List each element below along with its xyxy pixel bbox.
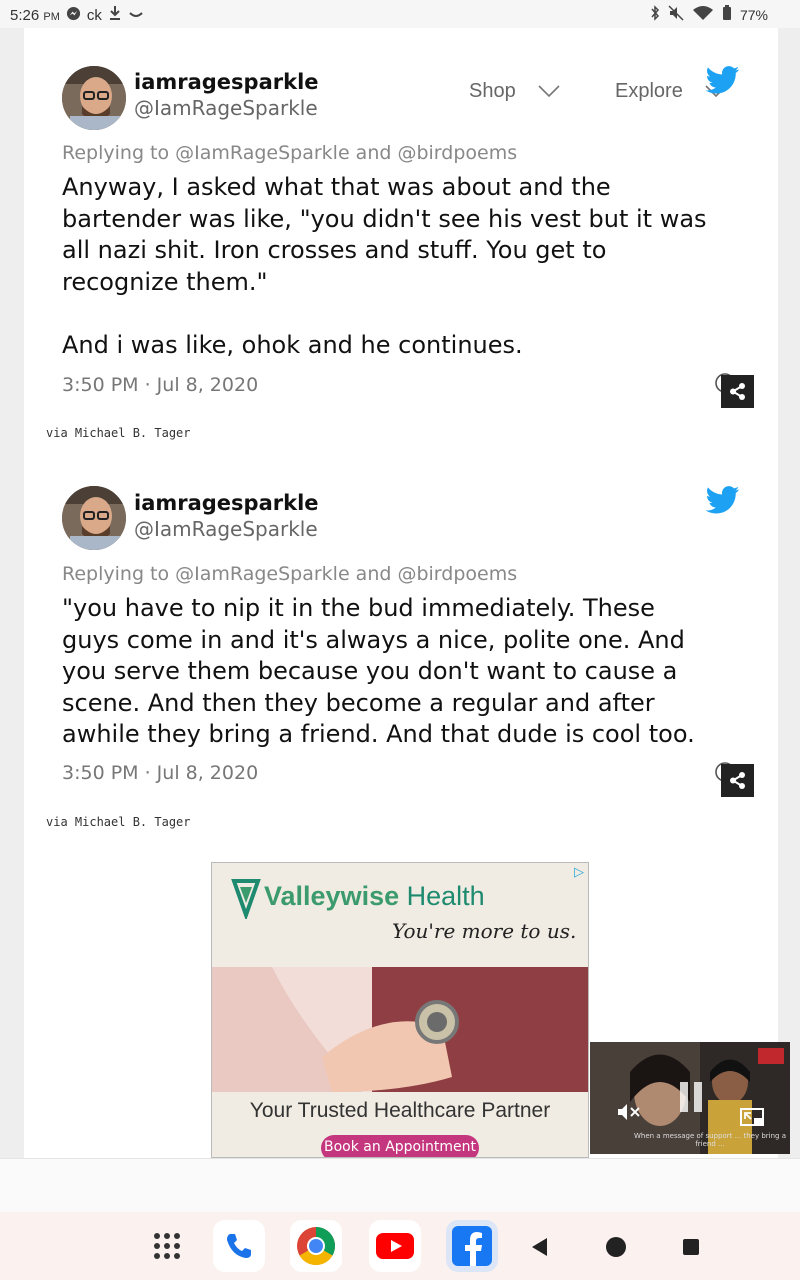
tweet-line: Anyway, I asked what that was about and … <box>62 173 611 201</box>
tweet-line: all nazi shit. Iron crosses and stuff. Y… <box>62 236 607 264</box>
bottom-sticky-bar <box>0 1158 800 1213</box>
tweet-timestamp[interactable]: 3:50 PM · Jul 8, 2020 <box>62 762 258 784</box>
tweet-line: And i was like, ohok and he continues. <box>62 330 523 359</box>
tweet-username[interactable]: iamragesparkle <box>134 491 319 515</box>
tweet-line: bartender was like, "you didn't see his … <box>62 204 707 233</box>
avatar[interactable] <box>62 66 126 130</box>
notification-text: ck <box>86 6 102 24</box>
tweet-handle[interactable]: @IamRageSparkle <box>134 517 318 541</box>
ad-headline: Your Trusted Healthcare Partner <box>249 1099 551 1122</box>
tweet-line: recognize them." <box>62 267 268 296</box>
battery-percent: 77% <box>739 6 768 23</box>
tweet-line: awhile they bring a friend. And that dud… <box>62 720 695 748</box>
avatar[interactable] <box>62 486 126 550</box>
valleywise-logo-icon <box>230 877 262 923</box>
share-icon <box>730 772 745 789</box>
via-credit: via Michael B. Tager <box>46 426 191 440</box>
mute-icon[interactable] <box>616 1102 642 1126</box>
ad-brand: Valleywise Health <box>264 881 485 911</box>
facebook-icon[interactable] <box>446 1220 498 1272</box>
tweet-handle[interactable]: @IamRageSparkle <box>134 96 318 120</box>
tweet-line: guys come in and it's always a nice, pol… <box>62 625 685 654</box>
share-icon <box>730 383 745 400</box>
expand-icon[interactable] <box>740 1108 766 1132</box>
tweet-timestamp[interactable]: 3:50 PM · Jul 8, 2020 <box>62 374 258 396</box>
apps-grid-icon[interactable] <box>141 1220 193 1272</box>
replying-to[interactable]: Replying to @IamRageSparkle and @birdpoe… <box>62 142 517 164</box>
article-page: Shop Explore iamragesparkle @IamRageSpar… <box>24 28 778 1158</box>
share-button[interactable] <box>721 375 754 408</box>
chevron-down-icon <box>538 80 560 103</box>
tweet-username[interactable]: iamragesparkle <box>134 70 319 94</box>
ad-banner[interactable]: ▷ Valleywise Health You're more to us. Y… <box>211 862 589 1158</box>
youtube-icon[interactable] <box>369 1220 421 1272</box>
android-dock <box>0 1212 800 1280</box>
download-icon <box>108 5 122 25</box>
replying-to[interactable]: Replying to @IamRageSparkle and @birdpoe… <box>62 563 517 585</box>
battery-icon <box>722 5 732 24</box>
wifi-icon <box>692 5 714 24</box>
video-caption: When a message of support ... they bring… <box>633 1132 786 1148</box>
recents-icon[interactable] <box>682 1238 700 1260</box>
twitter-bird-icon[interactable] <box>705 66 740 98</box>
tweet-line: "you have to nip it in the bud immediate… <box>62 594 655 622</box>
bluetooth-icon <box>650 5 660 24</box>
phone-icon[interactable] <box>213 1220 265 1272</box>
tweet-body: Anyway, I asked what that was about and … <box>62 172 752 361</box>
chrome-icon[interactable] <box>290 1220 342 1272</box>
book-appointment-button[interactable]: Book an Appointment <box>321 1135 479 1157</box>
back-icon[interactable] <box>529 1236 549 1262</box>
ad-tagline: You're more to us. <box>392 919 577 943</box>
mute-icon <box>668 5 684 24</box>
tweet-line: you serve them because you don't want to… <box>62 657 678 685</box>
status-bar: 5:26 PM ck 77% <box>0 0 800 28</box>
pause-icon[interactable] <box>678 1080 704 1118</box>
floating-video-player[interactable]: When a message of support ... they bring… <box>590 1042 790 1154</box>
tweet-line <box>62 298 752 330</box>
amazon-smile-icon <box>128 7 144 24</box>
status-time: 5:26 PM <box>10 6 60 24</box>
nav-shop-label: Shop <box>469 79 516 102</box>
messenger-icon <box>66 6 81 25</box>
home-icon[interactable] <box>605 1236 627 1262</box>
ad-photo <box>212 967 588 1092</box>
nav-explore-label: Explore <box>615 79 683 102</box>
via-credit: via Michael B. Tager <box>46 815 191 829</box>
tweet-body: "you have to nip it in the bud immediate… <box>62 593 752 751</box>
ad-choices-icon[interactable]: ▷ <box>574 865 584 880</box>
share-button[interactable] <box>721 764 754 797</box>
twitter-bird-icon[interactable] <box>705 486 740 518</box>
nav-shop[interactable]: Shop <box>469 76 560 106</box>
tweet-line: scene. And then they become a regular an… <box>62 688 655 717</box>
